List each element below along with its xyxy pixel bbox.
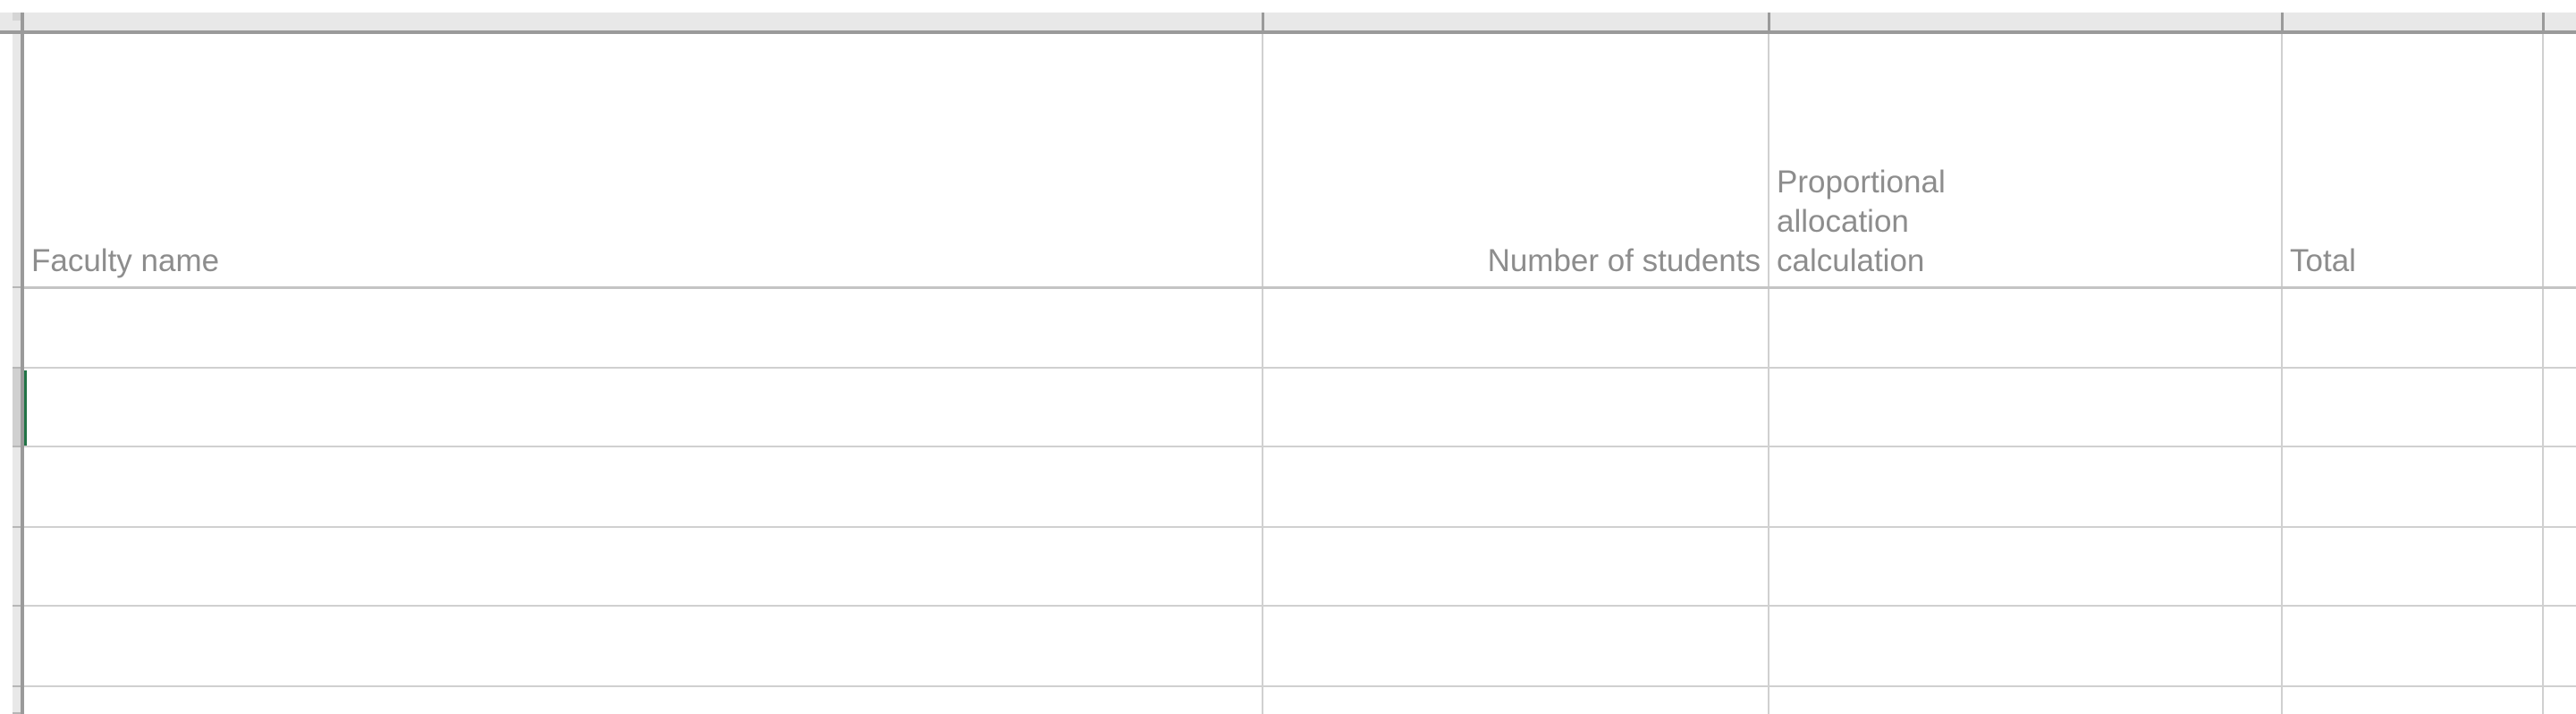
column-header-proportional-allocation[interactable]: Proportional allocation calculation <box>1769 34 2281 286</box>
cell-grid[interactable]: Faculty name Number of students Proporti… <box>24 34 2576 714</box>
table-cell-empty[interactable] <box>1769 687 2281 714</box>
column-header-strip[interactable] <box>0 13 2576 30</box>
table-cell-number-of-students[interactable]: 560 <box>1263 290 1768 365</box>
row-header-cell[interactable] <box>13 528 21 607</box>
column-header-faculty-name[interactable]: Faculty name <box>24 34 1262 286</box>
column-header-label: Number of students <box>1271 242 1761 281</box>
table-cell-total[interactable]: 7 <box>2283 447 2542 526</box>
column-header-separator[interactable] <box>1768 13 1770 30</box>
select-all-corner-box[interactable] <box>13 13 21 21</box>
row-header-cell-selected[interactable] <box>13 369 21 447</box>
row-header-cell[interactable] <box>13 607 21 687</box>
table-cell-total[interactable]: 6 <box>2283 369 2542 446</box>
table-cell-faculty-name[interactable]: Faculty of Medicine <box>24 528 1262 605</box>
table-cell-total[interactable]: 6 <box>2283 290 2542 365</box>
table-cell-faculty-name[interactable]: Faculty of Engineering and Informatics <box>24 290 1262 365</box>
column-header-label-line1: Proportional <box>1777 163 2274 202</box>
table-cell-total[interactable]: 6 <box>2283 528 2542 605</box>
table-cell-empty[interactable] <box>2283 687 2542 714</box>
spreadsheet-grid-view[interactable]: Faculty name Number of students Proporti… <box>0 0 2576 714</box>
table-cell-summary-number-of-students[interactable] <box>1263 607 1768 685</box>
column-header-number-of-students[interactable]: Number of students <box>1263 34 1768 286</box>
row-header-cell[interactable] <box>13 447 21 528</box>
row-header-cell[interactable] <box>13 34 21 288</box>
table-cell-empty[interactable] <box>1263 687 1768 714</box>
table-cell-summary-faculty-name[interactable] <box>24 607 1262 685</box>
table-cell-proportional-allocation[interactable]: 5,7 <box>1769 528 2281 605</box>
row-divider <box>24 286 2576 289</box>
table-cell-number-of-students[interactable]: 633 <box>1263 447 1768 526</box>
table-cell-summary-proportional-allocation[interactable] <box>1769 607 2281 685</box>
table-cell-summary-total[interactable]: 25 <box>2283 607 2542 685</box>
column-header-separator[interactable] <box>2281 13 2284 30</box>
column-header-separator[interactable] <box>1262 13 1264 30</box>
column-header-total[interactable]: Total <box>2283 34 2542 286</box>
table-cell-number-of-students[interactable]: 542 <box>1263 528 1768 605</box>
table-cell-faculty-name[interactable]: Faculty of Economics and Administrative … <box>24 447 1262 526</box>
column-divider <box>2542 34 2544 714</box>
table-cell-number-of-students[interactable]: 591 <box>1263 369 1768 446</box>
table-cell-proportional-allocation[interactable]: 6,2 <box>1769 369 2281 446</box>
column-header-label: Faculty name <box>31 242 1254 281</box>
column-header-label-line2: allocation <box>1777 202 2274 242</box>
column-header-separator[interactable] <box>2542 13 2545 30</box>
row-header-cell[interactable] <box>13 687 21 714</box>
table-cell-faculty-name-selected[interactable]: Faculty of Social Sciences <box>24 369 1262 446</box>
row-header-cell[interactable] <box>13 288 21 369</box>
table-cell-proportional-allocation[interactable]: 5,9 <box>1769 290 2281 365</box>
column-header-label: Total <box>2290 242 2535 281</box>
table-cell-empty[interactable] <box>24 687 1262 714</box>
column-header-label-line3: calculation <box>1777 242 2274 281</box>
table-cell-proportional-allocation[interactable]: 6,7 <box>1769 447 2281 526</box>
